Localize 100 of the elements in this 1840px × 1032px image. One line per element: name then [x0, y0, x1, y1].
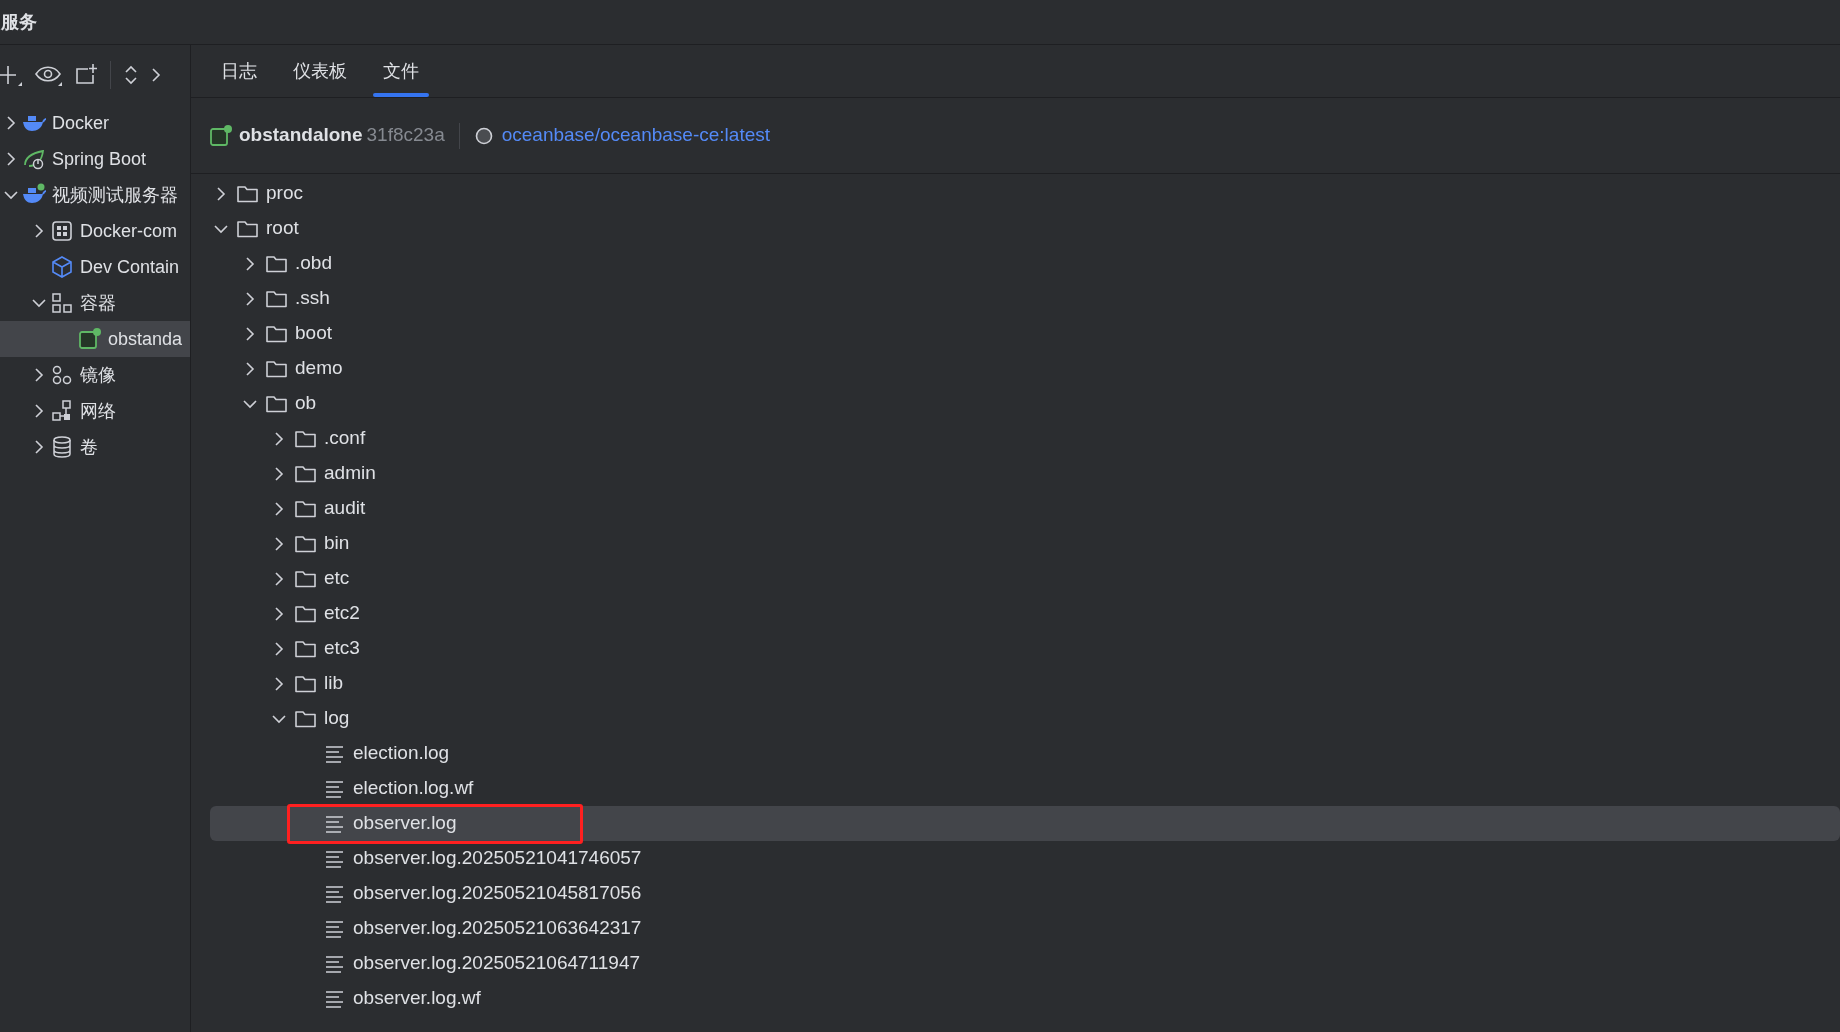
- chevron-right-icon[interactable]: [245, 361, 255, 376]
- new-tab-icon[interactable]: [74, 64, 98, 86]
- file-name: etc2: [324, 601, 360, 626]
- file-tree-row[interactable]: root: [210, 211, 1840, 246]
- chevron-right-icon[interactable]: [34, 368, 44, 382]
- tree-item[interactable]: 视频测试服务器: [0, 177, 190, 213]
- file-tree-row[interactable]: boot: [210, 316, 1840, 351]
- file-name: audit: [324, 496, 366, 521]
- file-name: bin: [324, 531, 350, 556]
- chevron-right-icon[interactable]: [151, 67, 161, 83]
- chevron-right-icon[interactable]: [6, 116, 16, 130]
- item-label: 镜像: [80, 363, 116, 387]
- grid-icon: [50, 219, 74, 243]
- item-label: obstanda: [108, 327, 183, 351]
- expand-collapse-icon[interactable]: [123, 64, 139, 86]
- file-name: observer.log.wf: [353, 986, 481, 1011]
- image-link[interactable]: oceanbase/oceanbase-ce:latest: [501, 121, 770, 150]
- file-tree-row[interactable]: etc3: [210, 631, 1840, 666]
- file-tree-row[interactable]: etc2: [210, 596, 1840, 631]
- file-name: log: [324, 706, 350, 731]
- file-name: etc3: [324, 636, 360, 661]
- chevron-right-icon[interactable]: [274, 571, 284, 586]
- item-label: Docker: [52, 111, 109, 135]
- file-name: ob: [295, 391, 317, 416]
- file-name: observer.log.20250521063642317: [353, 916, 642, 941]
- tree-item[interactable]: 容器: [0, 285, 190, 321]
- cube-icon: [50, 255, 74, 279]
- tree-item[interactable]: Docker: [0, 105, 190, 141]
- file-tree-row[interactable]: observer.log.wf: [210, 981, 1840, 1016]
- file-tree-row[interactable]: observer.log.20250521064711947: [210, 946, 1840, 981]
- chevron-right-icon[interactable]: [245, 256, 255, 271]
- file-name: .ssh: [295, 286, 330, 311]
- item-label: 视频测试服务器: [52, 183, 178, 207]
- add-icon[interactable]: [0, 64, 22, 86]
- database-icon: [50, 435, 74, 459]
- chevron-right-icon[interactable]: [274, 536, 284, 551]
- file-tree-row[interactable]: observer.log: [210, 806, 1840, 841]
- chevron-right-icon[interactable]: [274, 431, 284, 446]
- chevron-right-icon[interactable]: [34, 224, 44, 238]
- chevron-right-icon[interactable]: [216, 186, 226, 201]
- chevron-right-icon[interactable]: [245, 291, 255, 306]
- chevron-right-icon[interactable]: [274, 641, 284, 656]
- file-tree-row[interactable]: etc: [210, 561, 1840, 596]
- chevron-right-icon[interactable]: [274, 466, 284, 481]
- tab[interactable]: 仪表板: [275, 45, 365, 97]
- file-name: admin: [324, 461, 376, 486]
- item-label: 卷: [80, 435, 98, 459]
- file-tree-row[interactable]: observer.log.20250521045817056: [210, 876, 1840, 911]
- file-tree-row[interactable]: admin: [210, 456, 1840, 491]
- file-tree-row[interactable]: election.log: [210, 736, 1840, 771]
- tree-item[interactable]: Dev Contain: [0, 249, 190, 285]
- file-tree-row[interactable]: .obd: [210, 246, 1840, 281]
- chevron-right-icon[interactable]: [274, 676, 284, 691]
- item-label: Dev Contain: [80, 255, 180, 279]
- chevron-right-icon[interactable]: [245, 326, 255, 341]
- file-tree-row[interactable]: election.log.wf: [210, 771, 1840, 806]
- file-tree-row[interactable]: bin: [210, 526, 1840, 561]
- file-tree-row[interactable]: .ssh: [210, 281, 1840, 316]
- chevron-down-icon[interactable]: [272, 713, 286, 724]
- file-name: demo: [295, 356, 343, 381]
- leaf-power-icon: [22, 147, 46, 171]
- tab[interactable]: 文件: [365, 45, 437, 97]
- file-tree-row[interactable]: lib: [210, 666, 1840, 701]
- file-tree-row[interactable]: proc: [210, 176, 1840, 211]
- chevron-down-icon[interactable]: [243, 398, 257, 409]
- chevron-down-icon[interactable]: [214, 223, 228, 234]
- chevron-down-icon[interactable]: [4, 190, 18, 200]
- tree-item[interactable]: 网络: [0, 393, 190, 429]
- tree-item[interactable]: Docker-com: [0, 213, 190, 249]
- file-name: observer.log: [353, 811, 457, 836]
- chevron-right-icon[interactable]: [6, 152, 16, 166]
- eye-icon[interactable]: [34, 64, 62, 86]
- file-tree-row[interactable]: .conf: [210, 421, 1840, 456]
- tree-item[interactable]: 卷: [0, 429, 190, 465]
- tree-item[interactable]: Spring Boot: [0, 141, 190, 177]
- file-name: election.log: [353, 741, 450, 766]
- item-label: Docker-com: [80, 219, 177, 243]
- chevron-right-icon[interactable]: [34, 404, 44, 418]
- chevron-right-icon[interactable]: [274, 606, 284, 621]
- chevron-right-icon[interactable]: [34, 440, 44, 454]
- container-name: obstandalone: [239, 123, 363, 148]
- file-name: election.log.wf: [353, 776, 474, 801]
- chevron-right-icon[interactable]: [274, 501, 284, 516]
- file-tree-row[interactable]: observer.log.20250521041746057: [210, 841, 1840, 876]
- item-label: 容器: [80, 291, 116, 315]
- file-tree-row[interactable]: audit: [210, 491, 1840, 526]
- container-icon: [209, 123, 233, 148]
- tree-item[interactable]: 镜像: [0, 357, 190, 393]
- file-tree-row[interactable]: demo: [210, 351, 1840, 386]
- tree-item[interactable]: obstanda: [0, 321, 190, 357]
- file-tree-row[interactable]: observer.log.20250521063642317: [210, 911, 1840, 946]
- file-name: .conf: [324, 426, 366, 451]
- container-id: 31f8c23a: [366, 123, 445, 148]
- file-tree-row[interactable]: ob: [210, 386, 1840, 421]
- file-name: observer.log.20250521064711947: [353, 951, 640, 976]
- tab[interactable]: 日志: [203, 45, 275, 97]
- item-label: Spring Boot: [52, 147, 147, 171]
- chevron-down-icon[interactable]: [32, 298, 46, 308]
- file-name: etc: [324, 566, 350, 591]
- file-tree-row[interactable]: log: [210, 701, 1840, 736]
